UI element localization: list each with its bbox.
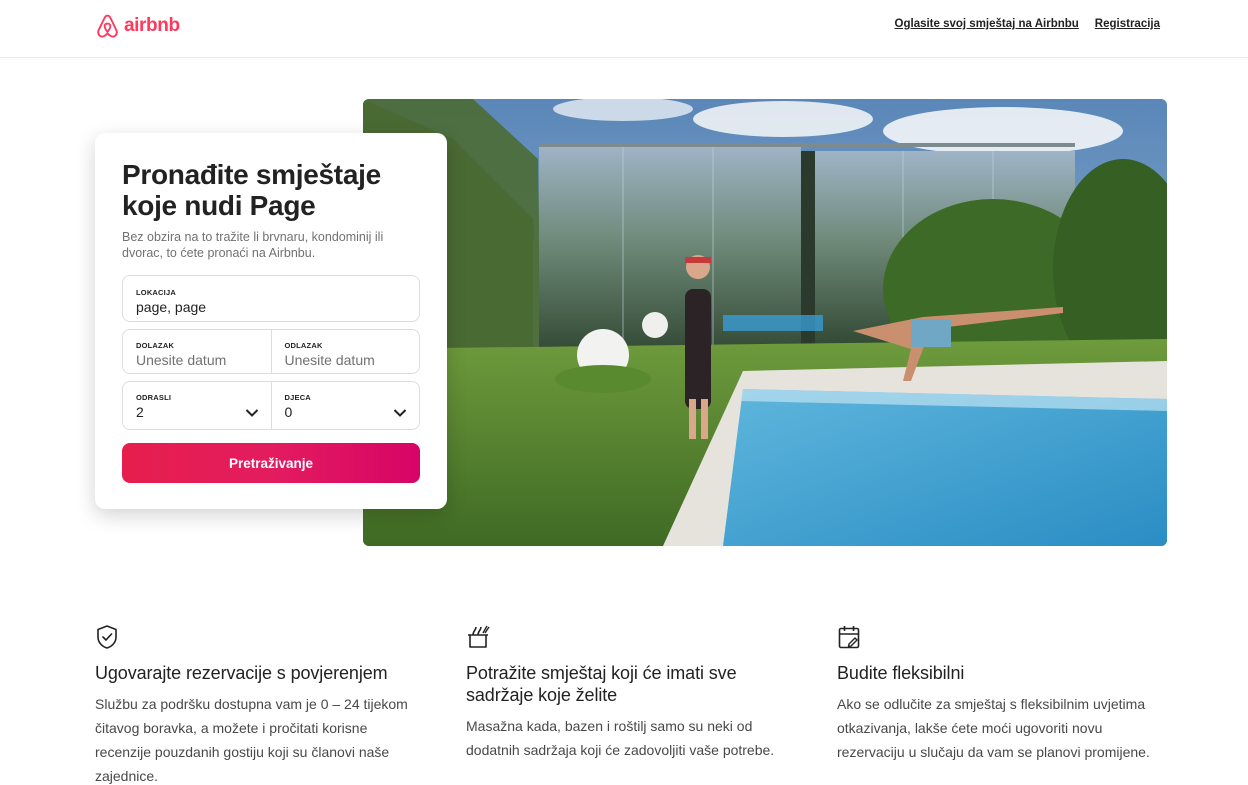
- airbnb-belo-icon: [97, 14, 118, 38]
- search-card-title: Pronađite smještaje koje nudi Page: [122, 159, 381, 221]
- feature-text: Službu za podršku dostupna vam je 0 – 24…: [95, 696, 408, 784]
- feature-title: Potražite smještaj koji će imati sve sad…: [466, 663, 737, 705]
- host-link[interactable]: Oglasite svoj smještaj na Airbnbu: [895, 18, 1079, 30]
- checkin-label: DOLAZAK: [136, 341, 175, 350]
- hero-image: [363, 99, 1167, 546]
- location-label: LOKACIJA: [136, 288, 176, 297]
- cooking-pot-icon: [468, 625, 490, 648]
- adults-label: ODRASLI: [136, 393, 172, 402]
- checkout-label: ODLAZAK: [284, 341, 323, 350]
- feature-text: Ako se odlučite za smještaj s fleksibiln…: [837, 696, 1150, 760]
- logo-wordmark: airbnb: [124, 15, 180, 36]
- location-input[interactable]: page, page: [136, 299, 406, 315]
- feature-book-confidently: Ugovarajte rezervacije s povjerenjem Slu…: [95, 624, 425, 785]
- feature-text: Masažna kada, bazen i roštilj samo su ne…: [466, 718, 775, 758]
- search-card: Pronađite smještaje koje nudi Page Bez o…: [95, 133, 447, 509]
- feature-amenities: Potražite smještaj koji će imati sve sad…: [466, 624, 796, 762]
- checkin-field[interactable]: DOLAZAK Unesite datum: [123, 330, 271, 373]
- guests-field: ODRASLI 2 DJECA 0: [122, 381, 420, 430]
- chevron-down-icon: [393, 409, 407, 417]
- page: airbnb Oglasite svoj smještaj na Airbnbu…: [0, 0, 1248, 785]
- search-card-subtitle: Bez obzira na to tražite li brvnaru, kon…: [122, 230, 384, 260]
- children-value: 0: [284, 404, 293, 420]
- header-nav: Oglasite svoj smještaj na Airbnbu Regist…: [895, 18, 1160, 30]
- airbnb-logo[interactable]: airbnb: [94, 11, 180, 41]
- search-button[interactable]: Pretraživanje: [122, 443, 420, 483]
- checkout-input[interactable]: Unesite datum: [285, 352, 407, 368]
- checkin-input[interactable]: Unesite datum: [136, 352, 258, 368]
- feature-flexible: Budite fleksibilni Ako se odlučite za sm…: [837, 624, 1167, 764]
- top-header: airbnb Oglasite svoj smještaj na Airbnbu…: [0, 0, 1248, 58]
- chevron-down-icon: [245, 409, 258, 417]
- signup-link[interactable]: Registracija: [1095, 18, 1160, 30]
- children-label: DJECA: [284, 393, 311, 402]
- location-field[interactable]: LOKACIJA page, page: [122, 275, 420, 322]
- feature-title: Budite fleksibilni: [837, 663, 965, 683]
- checkout-field[interactable]: ODLAZAK Unesite datum: [270, 330, 420, 373]
- adults-value: 2: [136, 404, 144, 420]
- adults-select[interactable]: ODRASLI 2: [123, 382, 271, 429]
- children-select[interactable]: DJECA 0: [270, 382, 420, 429]
- dates-field: DOLAZAK Unesite datum ODLAZAK Unesite da…: [122, 329, 420, 374]
- calendar-edit-icon: [838, 626, 860, 649]
- feature-title: Ugovarajte rezervacije s povjerenjem: [95, 663, 388, 683]
- shield-check-icon: [97, 625, 117, 649]
